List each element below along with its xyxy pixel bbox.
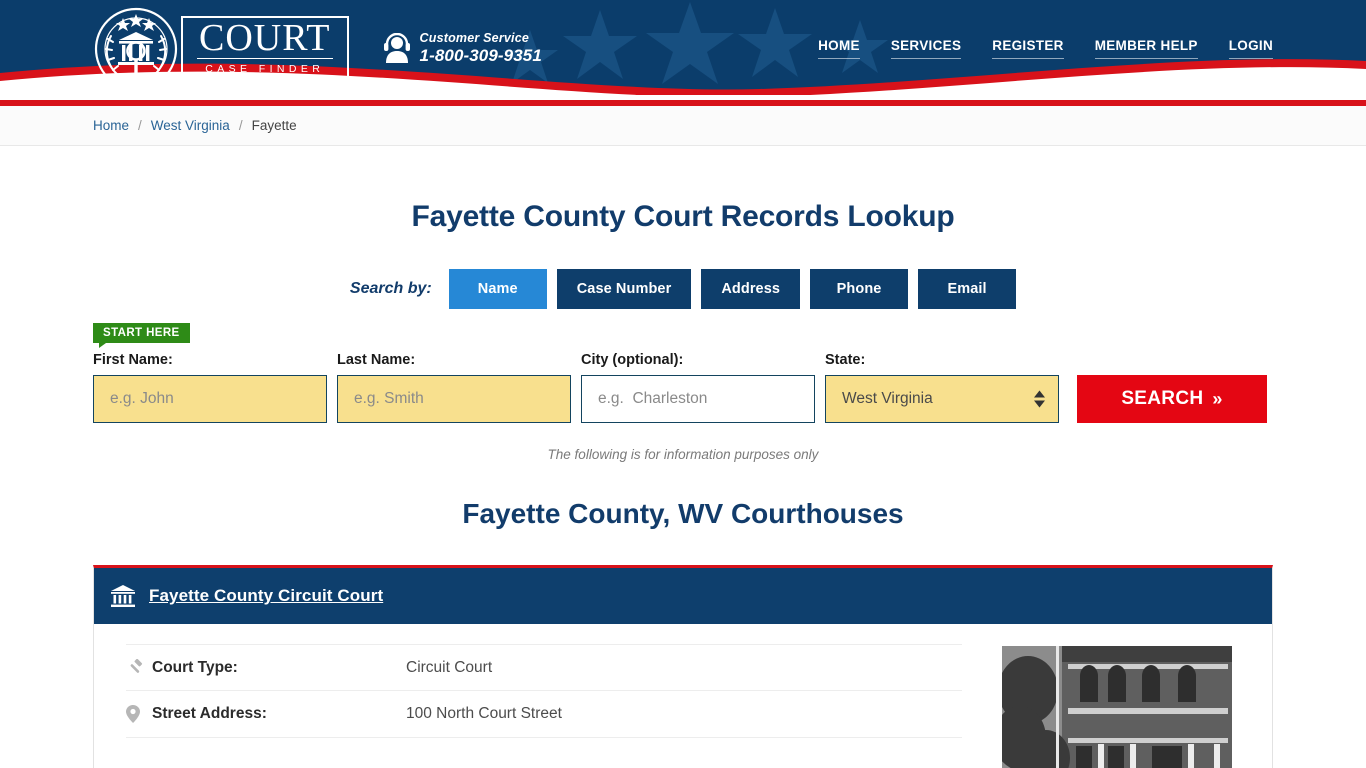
city-field-group: City (optional): <box>581 352 815 423</box>
headset-agent-icon <box>383 33 410 64</box>
breadcrumb-bar: Home / West Virginia / Fayette <box>0 106 1366 146</box>
search-button-label: SEARCH <box>1121 388 1204 409</box>
site-logo[interactable]: COURT CASE FINDER <box>93 7 349 90</box>
state-label: State: <box>825 352 866 368</box>
last-name-input[interactable] <box>337 375 571 423</box>
disclaimer-text: The following is for information purpose… <box>547 447 819 462</box>
nav-services[interactable]: SERVICES <box>890 38 962 59</box>
customer-service-block: Customer Service 1-800-309-9351 <box>383 31 542 66</box>
detail-label: Street Address: <box>152 705 267 722</box>
state-select[interactable]: West Virginia <box>825 375 1059 423</box>
tab-case-number[interactable]: Case Number <box>556 269 692 309</box>
court-card-header: Fayette County Circuit Court <box>94 568 1272 624</box>
detail-row-street-address: Street Address: 100 North Court Street <box>126 691 962 738</box>
customer-service-label: Customer Service <box>419 31 530 46</box>
last-name-label: Last Name: <box>337 352 416 368</box>
breadcrumb-separator: / <box>238 118 243 133</box>
city-label: City (optional): <box>581 352 684 368</box>
main-navigation: HOME SERVICES REGISTER MEMBER HELP LOGIN <box>818 38 1273 59</box>
gavel-icon <box>126 658 152 677</box>
start-here-badge: START HERE <box>93 323 190 348</box>
court-photo-column <box>982 624 1272 768</box>
search-button[interactable]: SEARCH » <box>1077 375 1267 423</box>
tab-email[interactable]: Email <box>918 269 1017 309</box>
double-chevron-right-icon: » <box>1212 389 1223 409</box>
city-input[interactable] <box>581 375 815 423</box>
state-select-wrap: West Virginia <box>825 375 1059 423</box>
breadcrumb-current: Fayette <box>251 118 297 133</box>
court-search-form: First Name: Last Name: City (optional): … <box>93 352 1273 423</box>
detail-value: Circuit Court <box>406 658 493 676</box>
breadcrumb-separator: / <box>138 118 142 133</box>
nav-member-help[interactable]: MEMBER HELP <box>1094 38 1198 59</box>
court-card: Fayette County Circuit Court Court Type: <box>93 565 1273 768</box>
courthouses-section-title: Fayette County, WV Courthouses <box>462 498 904 529</box>
last-name-field-group: Last Name: <box>337 352 571 423</box>
detail-label: Court Type: <box>152 658 238 676</box>
page-content: Fayette County Court Records Lookup Sear… <box>93 200 1273 768</box>
nav-login[interactable]: LOGIN <box>1228 38 1273 59</box>
map-pin-icon <box>126 705 152 723</box>
first-name-input[interactable] <box>93 375 327 423</box>
court-seal-icon <box>94 7 178 90</box>
detail-value: 100 North Court Street <box>406 705 562 722</box>
breadcrumb: Home / West Virginia / Fayette <box>93 118 1273 133</box>
historic-courthouse-photo <box>1002 646 1232 768</box>
start-here-wrap: START HERE <box>93 323 1273 348</box>
customer-service-phone[interactable]: 1-800-309-9351 <box>420 46 542 66</box>
site-header: COURT CASE FINDER Customer Service 1-800… <box>0 0 1366 95</box>
tab-address[interactable]: Address <box>701 269 801 309</box>
first-name-field-group: First Name: <box>93 352 327 423</box>
breadcrumb-state[interactable]: West Virginia <box>151 118 230 133</box>
logo-wordmark: COURT CASE FINDER <box>181 15 349 80</box>
breadcrumb-home[interactable]: Home <box>93 118 129 133</box>
state-field-group: State: West Virginia <box>825 352 1059 423</box>
logo-word-main: COURT <box>197 16 333 59</box>
bank-building-icon <box>111 585 135 607</box>
detail-row-court-type: Court Type: Circuit Court <box>126 644 962 691</box>
court-card-title-link[interactable]: Fayette County Circuit Court <box>149 586 383 606</box>
tab-phone[interactable]: Phone <box>810 269 909 309</box>
search-by-label: Search by: <box>349 280 432 297</box>
nav-home[interactable]: HOME <box>818 38 860 59</box>
detail-row-partial <box>126 738 962 768</box>
first-name-label: First Name: <box>93 352 173 368</box>
logo-word-sub: CASE FINDER <box>205 62 325 75</box>
court-card-body: Court Type: Circuit Court Street Address… <box>94 624 1272 768</box>
court-detail-list: Court Type: Circuit Court Street Address… <box>94 624 982 768</box>
page-title: Fayette County Court Records Lookup <box>411 200 955 233</box>
tab-name[interactable]: Name <box>448 269 547 309</box>
search-by-tabs: Search by: Name Case Number Address Phon… <box>93 269 1273 309</box>
nav-register[interactable]: REGISTER <box>992 38 1064 59</box>
